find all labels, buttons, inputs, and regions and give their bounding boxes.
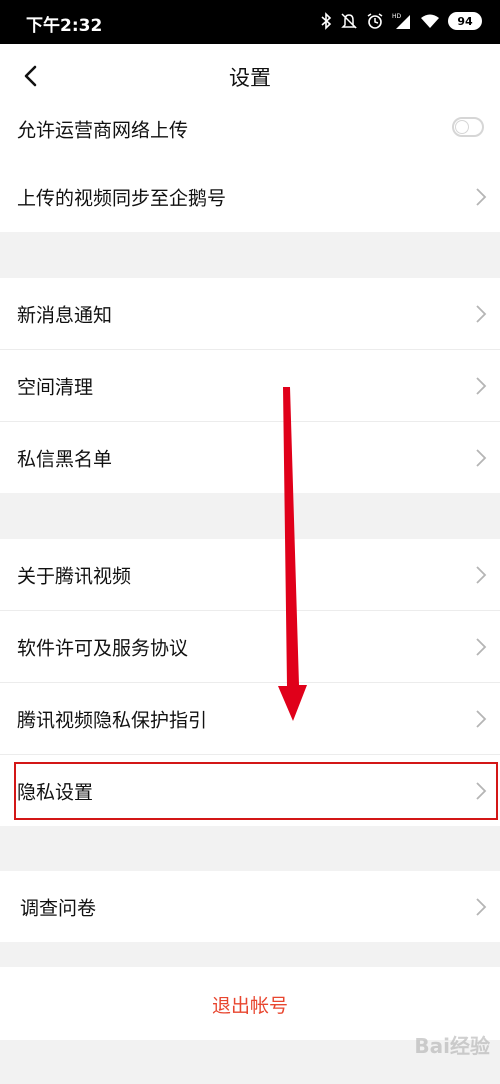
settings-row-label: 空间清理 bbox=[17, 376, 94, 398]
chevron-right-icon bbox=[476, 187, 487, 206]
settings-row-blocklist[interactable]: 私信黑名单 bbox=[0, 422, 500, 493]
page-title: 设置 bbox=[229, 66, 271, 90]
settings-row-label: 关于腾讯视频 bbox=[17, 565, 132, 587]
settings-row-carrier-upload: 允许运营商网络上传 bbox=[0, 108, 500, 162]
settings-row-survey[interactable]: 调查问卷 bbox=[0, 871, 500, 942]
settings-row-privacy-guide[interactable]: 腾讯视频隐私保护指引 bbox=[0, 683, 500, 755]
settings-row-sync-penguin[interactable]: 上传的视频同步至企鹅号 bbox=[0, 161, 500, 232]
highlight-box bbox=[14, 762, 498, 820]
settings-row-label: 软件许可及服务协议 bbox=[17, 637, 189, 659]
settings-row-storage-cleanup[interactable]: 空间清理 bbox=[0, 350, 500, 422]
navigation-bar: 设置 bbox=[0, 44, 500, 108]
chevron-right-icon bbox=[476, 565, 487, 584]
settings-row-label: 腾讯视频隐私保护指引 bbox=[17, 709, 208, 731]
settings-row-label: 新消息通知 bbox=[17, 304, 113, 326]
chevron-right-icon bbox=[476, 304, 487, 323]
toggle-switch[interactable] bbox=[452, 116, 484, 137]
status-bar: 下午2:32 HD 94 bbox=[0, 0, 500, 44]
watermark-logo: Bai经验 bbox=[414, 1034, 490, 1058]
chevron-right-icon bbox=[476, 897, 487, 916]
settings-row-label: 调查问卷 bbox=[20, 897, 97, 919]
svg-text:HD: HD bbox=[392, 13, 402, 20]
chevron-right-icon bbox=[476, 637, 487, 656]
status-time: 下午2:32 bbox=[26, 16, 103, 36]
settings-row-label: 上传的视频同步至企鹅号 bbox=[17, 187, 227, 209]
wifi-icon bbox=[421, 14, 439, 28]
chevron-right-icon bbox=[476, 709, 487, 728]
status-icons: HD 94 bbox=[320, 9, 482, 33]
toggle-knob bbox=[455, 119, 469, 134]
settings-row-label: 私信黑名单 bbox=[17, 448, 113, 470]
chevron-right-icon bbox=[476, 376, 487, 395]
settings-row-notifications[interactable]: 新消息通知 bbox=[0, 278, 500, 350]
arrow-down-icon bbox=[278, 387, 307, 721]
chevron-right-icon bbox=[476, 448, 487, 467]
bluetooth-icon bbox=[321, 12, 332, 30]
alarm-icon bbox=[367, 13, 383, 29]
battery-icon: 94 bbox=[448, 12, 482, 30]
logout-label: 退出帐号 bbox=[211, 995, 288, 1017]
settings-row-about[interactable]: 关于腾讯视频 bbox=[0, 539, 500, 611]
settings-row-label: 允许运营商网络上传 bbox=[17, 119, 189, 142]
signal-icon: HD bbox=[392, 13, 410, 29]
mute-icon bbox=[341, 13, 357, 29]
settings-row-license[interactable]: 软件许可及服务协议 bbox=[0, 611, 500, 683]
